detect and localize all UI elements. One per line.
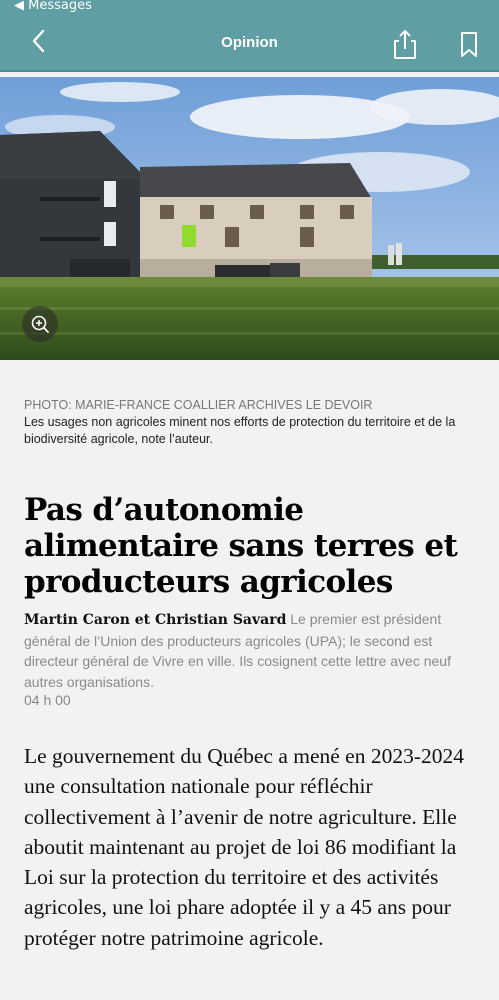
article-body: Le gouvernement du Québec a mené en 2023… [24, 744, 464, 950]
photo-credit: PHOTO: MARIE-FRANCE COALLIER ARCHIVES LE… [24, 398, 373, 412]
zoom-button[interactable] [22, 306, 58, 342]
navigation-bar: Opinion [0, 14, 499, 72]
status-bar: ◀ Messages [0, 0, 499, 14]
share-icon[interactable] [390, 28, 420, 60]
author-names[interactable]: Martin Caron et Christian Savard [24, 612, 286, 628]
byline: Martin Caron et Christian Savard Le prem… [24, 609, 480, 692]
article-headline: Pas d’autonomie alimentaire sans terres … [24, 492, 458, 600]
caption-text: Les usages non agricoles minent nos effo… [24, 415, 456, 446]
article-photo [0, 77, 499, 360]
back-to-messages-link[interactable]: ◀ Messages [14, 0, 92, 13]
zoom-in-icon [31, 315, 49, 333]
bookmark-icon[interactable] [455, 28, 483, 60]
photo-caption: PHOTO: MARIE-FRANCE COALLIER ARCHIVES LE… [24, 397, 480, 448]
section-title: Opinion [221, 34, 278, 51]
publish-time: 04 h 00 [24, 692, 71, 708]
